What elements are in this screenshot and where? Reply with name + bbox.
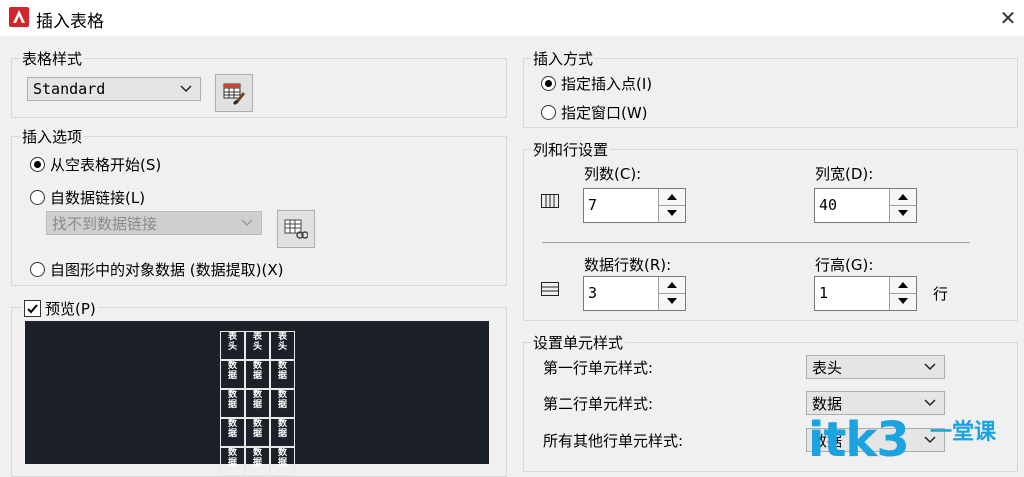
columns-label: 列数(C): [584, 165, 642, 183]
preview-data-cell: 数据 [270, 389, 295, 418]
watermark-subtext: 一堂课 [930, 420, 997, 445]
radio-indicator [541, 105, 556, 120]
column-width-spinner[interactable]: 40 [814, 188, 917, 223]
row-height-up-button[interactable] [890, 277, 916, 294]
divider [542, 242, 970, 243]
radio-data-link-label: 自数据链接(L) [50, 189, 146, 207]
second-row-style-label: 第二行单元样式: [543, 395, 654, 413]
column-row-label: 列和行设置 [531, 139, 611, 160]
data-link-manager-button[interactable] [277, 210, 315, 248]
data-rows-label: 数据行数(R): [584, 256, 672, 274]
chevron-down-icon [924, 363, 936, 371]
columns-down-button[interactable] [659, 205, 685, 221]
rows-icon [541, 282, 559, 296]
preview-data-cell: 数据 [270, 360, 295, 389]
preview-data-cell: 数据 [220, 447, 245, 476]
data-link-value: 找不到数据链接 [52, 214, 158, 233]
autocad-logo-icon [9, 7, 29, 27]
preview-data-cell: 数据 [270, 447, 295, 476]
title-bar [0, 0, 1024, 36]
preview-data-cell: 数据 [245, 360, 270, 389]
preview-data-cell: 数据 [245, 389, 270, 418]
close-button[interactable]: ✕ [996, 6, 1020, 30]
radio-insert-point-label: 指定插入点(I) [561, 75, 653, 93]
columns-icon [541, 194, 559, 208]
radio-insert-point[interactable]: 指定插入点(I) [541, 73, 652, 94]
data-link-combo: 找不到数据链接 [46, 211, 262, 235]
column-width-down-button[interactable] [890, 205, 916, 221]
table-style-label: 表格样式 [20, 48, 85, 69]
row-height-spinner[interactable]: 1 [814, 276, 917, 311]
radio-indicator [30, 157, 45, 172]
checkbox-checked-icon [24, 300, 41, 317]
data-link-icon [284, 219, 308, 239]
chevron-down-icon [241, 219, 253, 227]
radio-indicator [541, 76, 556, 91]
watermark-logo: itk3 [808, 412, 910, 468]
data-rows-value: 3 [588, 284, 598, 302]
data-rows-spinner[interactable]: 3 [583, 276, 686, 311]
row-unit-label: 行 [933, 285, 949, 303]
preview-data-cell: 数据 [245, 418, 270, 447]
table-style-combo[interactable]: Standard [27, 77, 201, 101]
row-height-value: 1 [819, 284, 829, 302]
columns-up-button[interactable] [659, 189, 685, 206]
preview-header-cell: 表头 [270, 331, 295, 360]
column-width-label: 列宽(D): [815, 165, 874, 183]
other-rows-style-label: 所有其他行单元样式: [543, 432, 684, 450]
row-height-label: 行高(G): [815, 256, 874, 274]
chevron-down-icon [924, 399, 936, 407]
insert-options-label: 插入选项 [20, 126, 85, 147]
preview-header-cell: 表头 [245, 331, 270, 360]
radio-indicator [30, 190, 45, 205]
column-width-value: 40 [819, 196, 838, 214]
cell-styles-label: 设置单元样式 [531, 332, 626, 353]
columns-spinner[interactable]: 7 [583, 188, 686, 223]
window-title: 插入表格 [36, 12, 104, 32]
table-preview: 表头表头表头数据数据数据数据数据数据数据数据数据数据数据数据 [25, 321, 489, 476]
table-style-value: Standard [33, 80, 106, 98]
row-height-down-button[interactable] [890, 293, 916, 309]
table-style-dialog-button[interactable] [215, 74, 253, 112]
preview-data-cell: 数据 [220, 389, 245, 418]
columns-value: 7 [588, 196, 598, 214]
second-row-style-value: 数据 [812, 394, 843, 413]
preview-header-cell: 表头 [220, 331, 245, 360]
preview-data-cell: 数据 [270, 418, 295, 447]
first-row-style-value: 表头 [812, 358, 843, 377]
radio-empty-table-label: 从空表格开始(S) [50, 156, 162, 174]
column-width-up-button[interactable] [890, 189, 916, 206]
table-style-edit-icon [223, 83, 246, 105]
radio-window[interactable]: 指定窗口(W) [541, 102, 648, 123]
radio-indicator [30, 262, 45, 277]
radio-empty-table[interactable]: 从空表格开始(S) [30, 154, 161, 175]
data-rows-down-button[interactable] [659, 293, 685, 309]
data-rows-up-button[interactable] [659, 277, 685, 294]
first-row-style-combo[interactable]: 表头 [806, 355, 945, 379]
preview-checkbox[interactable]: 预览(P) [22, 298, 98, 319]
preview-data-cell: 数据 [220, 360, 245, 389]
first-row-style-label: 第一行单元样式: [543, 359, 654, 377]
radio-extract-data[interactable]: 自图形中的对象数据 (数据提取)(X) [30, 259, 283, 280]
radio-data-link[interactable]: 自数据链接(L) [30, 187, 145, 208]
preview-label: 预览(P) [45, 300, 96, 318]
chevron-down-icon [180, 85, 192, 93]
preview-data-cell: 数据 [220, 418, 245, 447]
insert-method-label: 插入方式 [531, 48, 596, 69]
radio-window-label: 指定窗口(W) [561, 104, 648, 122]
radio-extract-data-label: 自图形中的对象数据 (数据提取)(X) [50, 261, 284, 279]
preview-data-cell: 数据 [245, 447, 270, 476]
